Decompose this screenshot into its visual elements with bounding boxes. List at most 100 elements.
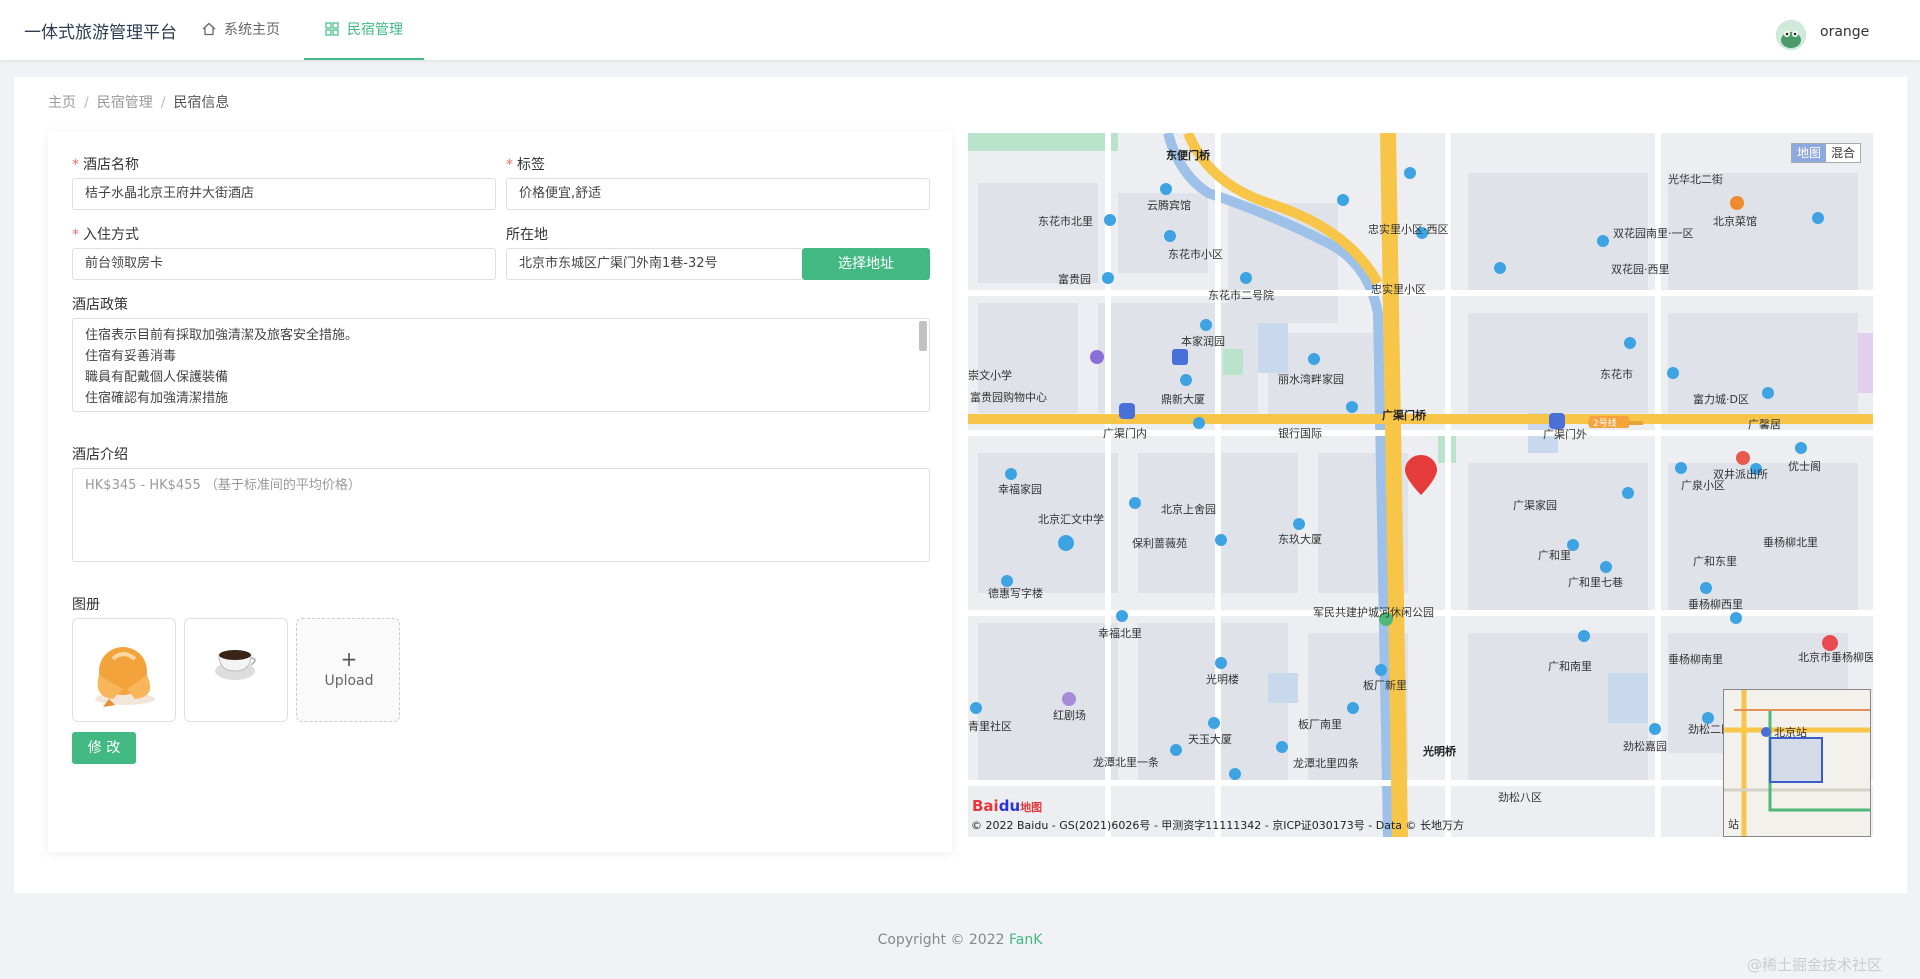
poi-label: 广渠门内: [1103, 426, 1147, 440]
poi-label: 广和里: [1538, 549, 1571, 562]
checkin-input[interactable]: 前台领取房卡: [72, 248, 496, 280]
poi-label: 青里社区: [968, 719, 1012, 733]
grid-icon: [325, 22, 339, 36]
policy-textarea[interactable]: 住宿表示目前有採取加強清潔及旅客安全措施。 住宿有妥善消毒 職員有配戴個人保護裝…: [72, 318, 930, 412]
upload-button[interactable]: + Upload: [296, 618, 400, 722]
album-label: 图册: [72, 597, 100, 613]
poi-label: 本家润园: [1181, 334, 1225, 348]
road-label-guanghuabei: 光华北二街: [1668, 172, 1723, 186]
avatar-image: [1776, 20, 1806, 50]
poi-label: 北京菜馆: [1713, 214, 1757, 228]
poi-label: 云腾宾馆: [1147, 198, 1191, 212]
poi-label: 鼎新大厦: [1161, 392, 1205, 406]
location-pin-icon[interactable]: [1405, 455, 1437, 495]
home-icon: [202, 22, 216, 36]
breadcrumb-home[interactable]: 主页: [48, 95, 76, 111]
checkin-label-text: 入住方式: [83, 227, 139, 243]
intro-label: 酒店介绍: [72, 447, 128, 463]
hotel-name-input[interactable]: 桔子水晶北京王府井大街酒店: [72, 178, 496, 210]
overview-label: 北京站: [1774, 725, 1807, 739]
nav-label-homestay: 民宿管理: [347, 22, 403, 38]
poi-label: 广馨居: [1748, 417, 1781, 431]
select-address-button[interactable]: 选择地址: [802, 248, 930, 280]
poi-label: 双花园·西里: [1611, 263, 1670, 276]
poi-label: 忠实里小区: [1371, 282, 1426, 296]
poi-label: 东花市: [1600, 367, 1633, 381]
poi-label: 双花园南里·一区: [1613, 227, 1694, 240]
plus-icon: +: [340, 647, 358, 671]
intro-textarea[interactable]: HK$345 - HK$455 （基于标准间的平均价格）: [72, 468, 930, 562]
policy-line: 職員有配戴個人保護裝備: [85, 370, 229, 385]
baidu-map[interactable]: 2号线 东便门桥 广渠门桥 光明桥 光华北二街 东花市北里 云腾宾馆 东花市小区…: [968, 133, 1873, 837]
map-type-hybrid[interactable]: 混合: [1826, 144, 1860, 162]
poi-label: 龙潭北里一条: [1093, 755, 1159, 769]
nav-item-homestay[interactable]: 民宿管理: [304, 0, 424, 60]
poi-label: 军民共建护城河休闲公园: [1313, 605, 1434, 619]
user-name[interactable]: orange: [1820, 24, 1869, 40]
policy-line: 住宿有妥善消毒: [85, 349, 177, 364]
map-type-standard[interactable]: 地图: [1791, 144, 1826, 162]
poi-label: 广和里七巷: [1568, 576, 1623, 589]
hotel-name-label-text: 酒店名称: [83, 157, 139, 173]
app-title: 一体式旅游管理平台: [24, 23, 177, 43]
album-image-orange[interactable]: [72, 618, 176, 722]
road-label-dongbianmen: 东便门桥: [1166, 148, 1211, 162]
overview-label: 站: [1728, 817, 1739, 831]
road-label-guangming: 光明桥: [1422, 744, 1457, 758]
poi-label: 广和东里: [1693, 555, 1737, 568]
breadcrumb-separator: /: [160, 95, 166, 111]
poi-label: 富贵园: [1058, 272, 1091, 286]
avatar[interactable]: [1776, 20, 1806, 50]
poi-label: 天玉大厦: [1188, 732, 1232, 746]
poi-label: 板厂新里: [1363, 678, 1407, 692]
nav-item-home[interactable]: 系统主页: [202, 0, 280, 60]
breadcrumb-section[interactable]: 民宿管理: [97, 95, 153, 111]
map-overview[interactable]: 北京站 站: [1723, 689, 1871, 837]
main-content: 主页 / 民宿管理 / 民宿信息 * 酒店名称 桔子水晶北京王府井大街酒店 * 标签 价格便…: [14, 77, 1907, 893]
overview-canvas: 北京站 站: [1724, 690, 1870, 836]
baidu-logo-text: Bai: [972, 797, 999, 815]
breadcrumb: 主页 / 民宿管理 / 民宿信息: [48, 92, 229, 112]
poi-label: 东花市小区: [1168, 247, 1223, 261]
policy-line: 住宿確認有加強清潔措施: [85, 391, 229, 406]
policy-label: 酒店政策: [72, 297, 128, 313]
top-header: 一体式旅游管理平台 系统主页 民宿管理 orange: [0, 0, 1920, 60]
poi-label: 北京汇文中学: [1038, 512, 1104, 526]
poi-label: 富力城·D区: [1693, 392, 1749, 406]
required-mark: *: [72, 227, 79, 243]
poi-label: 东花市北里: [1038, 214, 1093, 228]
poi-label: 广渠家园: [1513, 498, 1557, 512]
map-type-toggle[interactable]: 地图 混合: [1790, 143, 1861, 163]
policy-line: 住宿表示目前有採取加強清潔及旅客安全措施。: [85, 328, 359, 343]
poi-label: 垂杨柳南里: [1668, 652, 1723, 666]
footer-brand[interactable]: FanK: [1009, 932, 1042, 948]
tags-input[interactable]: 价格便宜,舒适: [506, 178, 930, 210]
poi-label: 劲松嘉园: [1623, 739, 1667, 753]
required-mark: *: [72, 157, 79, 173]
poi-label: 幸福北里: [1098, 626, 1142, 640]
road-label-line2: 2号线: [1593, 417, 1617, 429]
poi-label: 优士阁: [1788, 459, 1821, 473]
orange-image: [95, 647, 155, 707]
poi-label: 德惠写字楼: [988, 586, 1043, 600]
map-copyright: © 2022 Baidu - GS(2021)6026号 - 甲测资字11111…: [971, 819, 1465, 832]
policy-scrollbar[interactable]: [919, 321, 927, 351]
location-label: 所在地: [506, 227, 548, 243]
tags-label: * 标签: [506, 154, 545, 174]
poi-label: 光明楼: [1206, 672, 1239, 686]
baidu-logo-paw: du: [998, 797, 1021, 815]
poi-label: 富贵园购物中心: [970, 390, 1047, 404]
poi-label: 忠实里小区·西区: [1368, 222, 1449, 236]
poi-label: 板厂南里: [1298, 717, 1342, 731]
coffee-image: [215, 650, 256, 680]
footer: Copyright © 2022 FanK: [0, 932, 1920, 948]
album-image-coffee[interactable]: [184, 618, 288, 722]
poi-label: 龙潭北里四条: [1293, 756, 1359, 770]
submit-button[interactable]: 修 改: [72, 732, 136, 764]
footer-text: Copyright © 2022: [877, 932, 1009, 948]
poi-label: 保利蔷薇苑: [1132, 536, 1187, 550]
poi-label: 北京上舍园: [1161, 502, 1216, 516]
intro-placeholder: HK$345 - HK$455 （基于标准间的平均价格）: [85, 478, 361, 493]
baidu-logo: Baidu地图: [972, 797, 1042, 815]
location-input[interactable]: 北京市东城区广渠门外南1巷-32号: [506, 248, 804, 280]
